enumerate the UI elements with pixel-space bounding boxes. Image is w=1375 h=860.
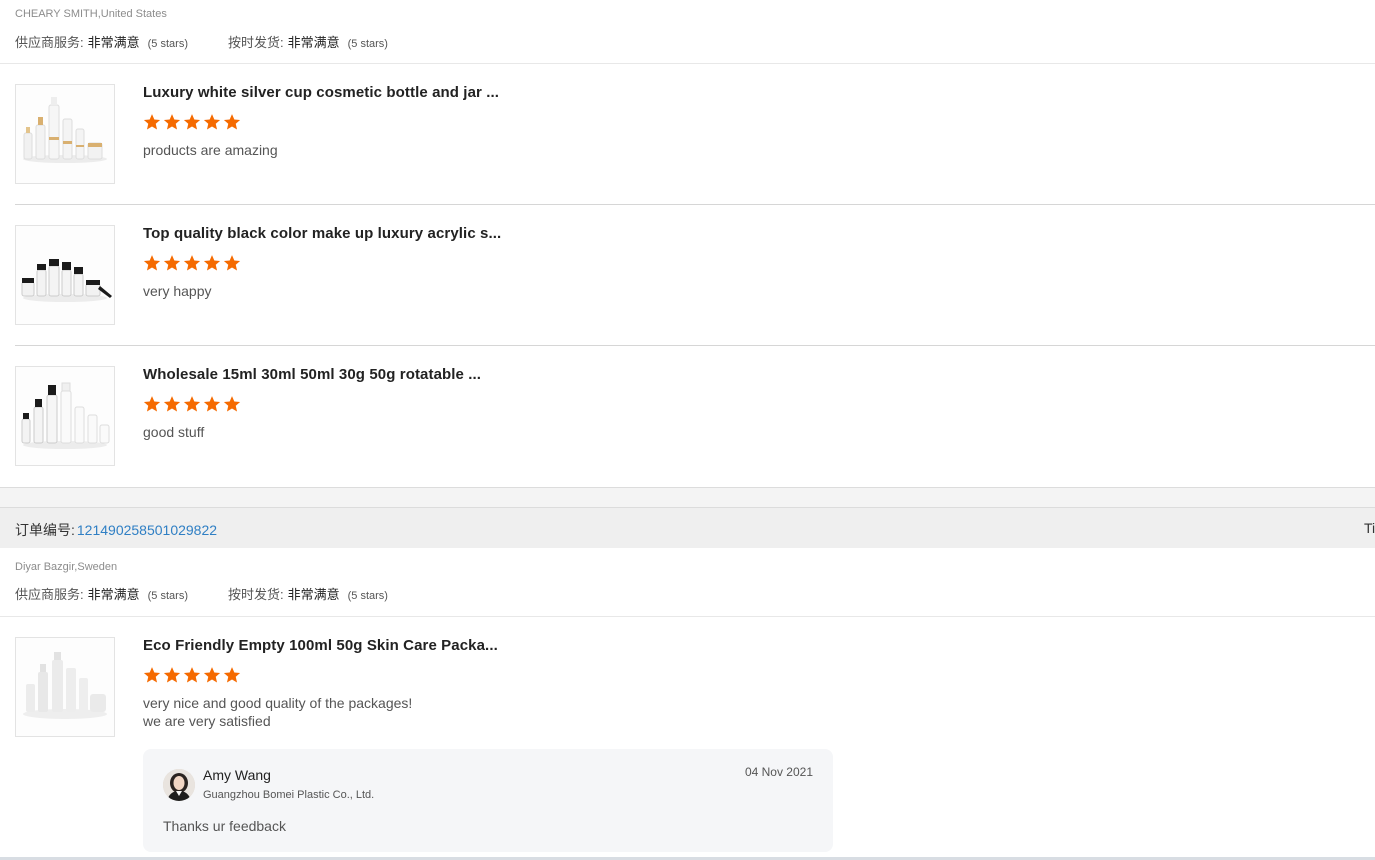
product-title[interactable]: Wholesale 15ml 30ml 50ml 30g 50g rotatab…	[143, 366, 481, 383]
star-icon	[163, 114, 181, 130]
star-icon	[223, 114, 241, 130]
reply-date: 04 Nov 2021	[744, 765, 813, 779]
supplier-reply: Amy Wang Guangzhou Bomei Plastic Co., Lt…	[143, 749, 833, 852]
star-rating	[143, 666, 241, 684]
star-icon	[163, 255, 181, 271]
star-rating	[143, 113, 241, 131]
star-icon	[163, 667, 181, 683]
supplier-service-stars: (5 stars)	[147, 590, 188, 602]
shipment-rating: 按时发货: 非常满意 (5 stars)	[228, 584, 388, 603]
supplier-service-label: 供应商服务:	[15, 35, 84, 50]
shipment-value: 非常满意	[287, 35, 340, 50]
supplier-service-label: 供应商服务:	[15, 587, 84, 602]
order-number-link[interactable]: 121490258501029822	[77, 522, 217, 538]
star-icon	[183, 396, 201, 412]
black-cap-bottles-image[interactable]	[15, 225, 115, 325]
order-bar-right-text: Ti	[1364, 520, 1375, 536]
shipment-stars: (5 stars)	[347, 590, 388, 602]
divider	[15, 345, 1375, 346]
supplier-service-value: 非常满意	[87, 35, 140, 50]
star-rating	[143, 395, 241, 413]
product-review: Wholesale 15ml 30ml 50ml 30g 50g rotatab…	[15, 366, 1375, 466]
section-separator	[0, 487, 1375, 507]
star-icon	[143, 396, 161, 412]
product-title[interactable]: Top quality black color make up luxury a…	[143, 225, 501, 242]
reply-author-name: Amy Wang	[203, 767, 271, 783]
star-icon	[183, 667, 201, 683]
product-review: Top quality black color make up luxury a…	[15, 225, 1375, 325]
reply-company-name: Guangzhou Bomei Plastic Co., Ltd.	[203, 789, 375, 801]
divider	[0, 63, 1375, 64]
shipment-label: 按时发货:	[227, 587, 284, 602]
buyer-name: Diyar Bazgir,Sweden	[15, 561, 118, 573]
shipment-label: 按时发货:	[227, 35, 284, 50]
buyer-name: CHEARY SMITH,United States	[15, 8, 167, 20]
review-comment: very happy	[143, 283, 212, 299]
star-icon	[223, 667, 241, 683]
product-title[interactable]: Luxury white silver cup cosmetic bottle …	[143, 84, 499, 101]
product-review: Eco Friendly Empty 100ml 50g Skin Care P…	[15, 637, 1375, 737]
product-review: Luxury white silver cup cosmetic bottle …	[15, 84, 1375, 184]
star-icon	[183, 255, 201, 271]
star-icon	[223, 396, 241, 412]
shipment-value: 非常满意	[287, 587, 340, 602]
shipment-rating: 按时发货: 非常满意 (5 stars)	[228, 32, 388, 51]
reply-text: Thanks ur feedback	[163, 818, 286, 834]
order-number-row: 订单编号: 121490258501029822	[15, 520, 217, 540]
review-comment: products are amazing	[143, 142, 278, 158]
star-icon	[203, 114, 221, 130]
supplier-service-stars: (5 stars)	[147, 38, 188, 50]
star-icon	[143, 667, 161, 683]
star-icon	[143, 255, 161, 271]
star-icon	[163, 396, 181, 412]
product-title[interactable]: Eco Friendly Empty 100ml 50g Skin Care P…	[143, 637, 498, 654]
review-comment: good stuff	[143, 424, 205, 440]
star-icon	[223, 255, 241, 271]
order-number-label: 订单编号:	[15, 522, 75, 538]
divider	[15, 204, 1375, 205]
white-cosmetic-bottles-image[interactable]	[15, 84, 115, 184]
order-bar: 订单编号: 121490258501029822 Ti	[0, 507, 1375, 548]
review-comment: very nice and good quality of the packag…	[143, 695, 413, 729]
service-ratings: 供应商服务: 非常满意 (5 stars) 按时发货: 非常满意 (5 star…	[15, 584, 428, 603]
star-rating	[143, 254, 241, 272]
service-ratings: 供应商服务: 非常满意 (5 stars) 按时发货: 非常满意 (5 star…	[15, 32, 428, 51]
shipment-stars: (5 stars)	[347, 38, 388, 50]
person-avatar	[163, 769, 195, 801]
star-icon	[143, 114, 161, 130]
star-icon	[203, 255, 221, 271]
supplier-service-rating: 供应商服务: 非常满意 (5 stars)	[15, 32, 188, 51]
frosted-bottles-image[interactable]	[15, 637, 115, 737]
star-icon	[203, 667, 221, 683]
rotatable-bottles-image[interactable]	[15, 366, 115, 466]
supplier-service-rating: 供应商服务: 非常满意 (5 stars)	[15, 584, 188, 603]
star-icon	[203, 396, 221, 412]
supplier-service-value: 非常满意	[87, 587, 140, 602]
divider	[0, 616, 1375, 617]
star-icon	[183, 114, 201, 130]
